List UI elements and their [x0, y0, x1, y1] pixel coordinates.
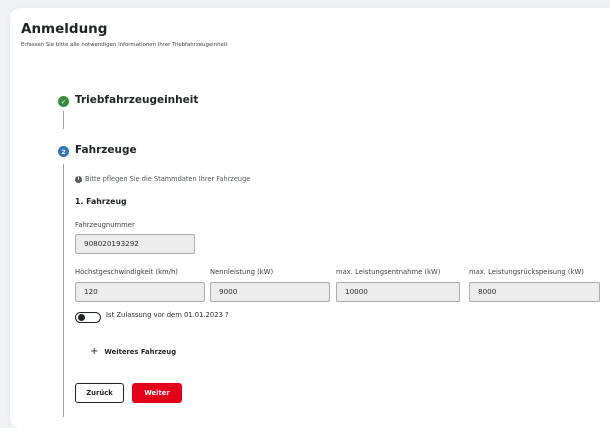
next-button[interactable]: Weiter	[132, 383, 182, 403]
add-vehicle-button[interactable]: + Weiteres Fahrzeug	[90, 347, 176, 357]
toggle-knob	[77, 314, 85, 321]
registration-card	[10, 8, 610, 428]
max-regen-input[interactable]: 8000	[469, 282, 600, 302]
plus-icon: +	[90, 346, 99, 357]
vehicle-heading: 1. Fahrzeug	[75, 197, 127, 206]
page-subtitle: Erfassen Sie bitte alle notwendigen Info…	[21, 42, 228, 48]
rated-power-input[interactable]: 9000	[210, 282, 330, 302]
max-power-draw-label: max. Leistungsentnahme (kW)	[336, 268, 441, 276]
registration-date-toggle[interactable]	[75, 312, 101, 323]
info-icon: i	[75, 175, 82, 183]
vehicle-number-label: Fahrzeugnummer	[75, 221, 135, 229]
step-connector-line	[63, 111, 64, 129]
step-connector-line	[63, 164, 64, 417]
max-speed-label: Höchstgeschwindigkeit (km/h)	[75, 268, 178, 276]
add-vehicle-label: Weiteres Fahrzeug	[104, 348, 177, 356]
step-number-icon: 2	[58, 146, 69, 157]
vehicle-number-input[interactable]: 908020193292	[75, 234, 195, 254]
check-icon: ✓	[58, 96, 69, 107]
info-text: Bitte pflegen Sie die Stammdaten Ihrer F…	[85, 175, 251, 183]
rated-power-label: Nennleistung (kW)	[210, 268, 274, 276]
max-power-draw-input[interactable]: 10000	[336, 282, 460, 302]
registration-date-toggle-label: Ist Zulassung vor dem 01.01.2023 ?	[106, 311, 229, 319]
step-title-triebfahrzeugeinheit[interactable]: Triebfahrzeugeinheit	[75, 94, 198, 106]
max-regen-label: max. Leistungsrückspeisung (kW)	[469, 268, 584, 276]
page-title: Anmeldung	[21, 21, 108, 37]
back-button[interactable]: Zurück	[75, 383, 124, 403]
info-hint: i Bitte pflegen Sie die Stammdaten Ihrer…	[75, 175, 250, 183]
step-title-fahrzeuge: Fahrzeuge	[75, 144, 137, 156]
max-speed-input[interactable]: 120	[75, 282, 205, 302]
